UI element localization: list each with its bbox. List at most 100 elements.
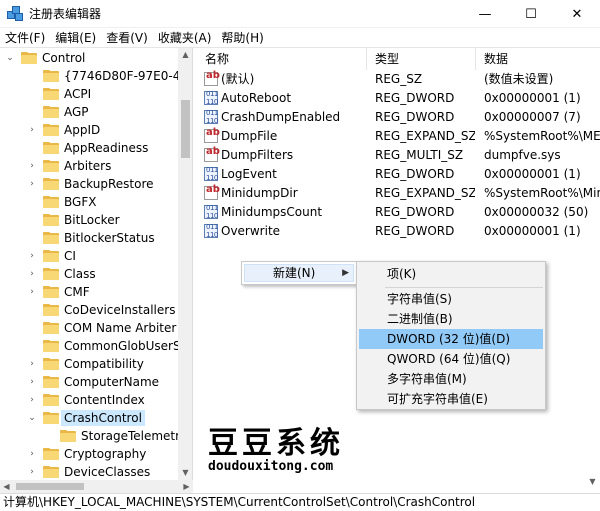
value-data: dumpfve.sys <box>484 148 561 162</box>
folder-icon <box>43 106 59 118</box>
menu-item-key[interactable]: 项(K) <box>359 264 543 284</box>
column-header-data[interactable]: 数据 <box>476 48 600 70</box>
chevron-right-icon[interactable] <box>27 301 37 319</box>
registry-tree[interactable]: ⌄ Control {7746D80F-97E0-4E26- ACPI AGP … <box>0 48 193 480</box>
folder-icon <box>21 52 37 64</box>
tree-item[interactable]: › AppID <box>27 121 100 139</box>
tree-item[interactable]: BitlockerStatus <box>27 229 155 247</box>
chevron-right-icon[interactable]: › <box>27 445 37 463</box>
scroll-left-icon[interactable]: ◀ <box>0 480 13 493</box>
chevron-right-icon[interactable]: › <box>27 247 37 265</box>
scroll-down-icon[interactable]: ▼ <box>585 477 600 490</box>
scrollbar-thumb[interactable] <box>181 100 190 158</box>
table-row[interactable]: 011 110 MinidumpsCount REG_DWORD 0x000000… <box>197 203 600 222</box>
chevron-right-icon[interactable]: › <box>27 157 37 175</box>
tree-item[interactable]: StorageTelemetry <box>44 427 187 445</box>
menu-edit[interactable]: 编辑(E) <box>50 28 101 48</box>
table-row[interactable]: 011 110 CrashDumpEnabled REG_DWORD 0x0000… <box>197 108 600 127</box>
maximize-button[interactable]: ☐ <box>508 0 554 28</box>
chevron-right-icon[interactable] <box>27 85 37 103</box>
window-title: 注册表编辑器 <box>29 7 102 21</box>
watermark-url: doudouxitong.com <box>208 459 334 474</box>
tree-vertical-scrollbar[interactable]: ▲ ▼ <box>178 48 192 480</box>
tree-item[interactable]: AGP <box>27 103 89 121</box>
menu-item-multi-string-value[interactable]: 多字符串值(M) <box>359 369 543 389</box>
menu-item-qword-value[interactable]: QWORD (64 位)值(Q) <box>359 349 543 369</box>
table-row[interactable]: ab MinidumpDir REG_EXPAND_SZ %SystemRoot… <box>197 184 600 203</box>
chevron-right-icon[interactable]: › <box>27 265 37 283</box>
menu-favorites[interactable]: 收藏夹(A) <box>153 28 217 48</box>
folder-icon <box>43 196 59 208</box>
chevron-right-icon[interactable] <box>27 337 37 355</box>
chevron-right-icon[interactable] <box>44 427 54 445</box>
menu-item-binary-value[interactable]: 二进制值(B) <box>359 309 543 329</box>
table-row[interactable]: ab (默认) REG_SZ (数值未设置) <box>197 70 600 89</box>
tree-item[interactable]: › ComputerName <box>27 373 159 391</box>
scrollbar-thumb[interactable] <box>16 483 84 490</box>
tree-horizontal-scrollbar[interactable]: ◀ ▶ <box>0 480 193 493</box>
close-button[interactable]: ✕ <box>554 0 600 28</box>
scroll-up-icon[interactable]: ▲ <box>178 48 192 62</box>
menu-item-expandable-string-value[interactable]: 可扩充字符串值(E) <box>359 389 543 409</box>
tree-item[interactable]: BitLocker <box>27 211 120 229</box>
tree-item[interactable]: BGFX <box>27 193 96 211</box>
tree-item[interactable]: AppReadiness <box>27 139 148 157</box>
chevron-right-icon[interactable]: › <box>27 463 37 480</box>
chevron-right-icon[interactable] <box>27 319 37 337</box>
tree-item[interactable]: › BackupRestore <box>27 175 153 193</box>
table-row[interactable]: ab DumpFilters REG_MULTI_SZ dumpfve.sys <box>197 146 600 165</box>
tree-item[interactable]: COM Name Arbiter <box>27 319 176 337</box>
tree-item-label: Class <box>64 267 96 281</box>
tree-item[interactable]: › Cryptography <box>27 445 146 463</box>
tree-item[interactable]: › DeviceClasses <box>27 463 150 480</box>
tree-item-label: BGFX <box>64 195 97 209</box>
chevron-right-icon[interactable]: › <box>27 121 37 139</box>
table-row[interactable]: ab DumpFile REG_EXPAND_SZ %SystemRoot%\M… <box>197 127 600 146</box>
menu-file[interactable]: 文件(F) <box>0 28 50 48</box>
tree-item[interactable]: › Class <box>27 265 96 283</box>
tree-item[interactable]: › CMF <box>27 283 89 301</box>
column-header-name[interactable]: 名称 <box>197 48 367 70</box>
chevron-down-icon[interactable]: ⌄ <box>27 409 37 427</box>
tree-item[interactable]: › CI <box>27 247 76 265</box>
tree-item[interactable]: ACPI <box>27 85 91 103</box>
folder-icon <box>43 322 59 334</box>
chevron-right-icon[interactable] <box>27 211 37 229</box>
menu-item-string-value[interactable]: 字符串值(S) <box>359 289 543 309</box>
tree-item[interactable]: {7746D80F-97E0-4E26- <box>27 67 192 85</box>
menu-help[interactable]: 帮助(H) <box>216 28 268 48</box>
folder-icon <box>43 376 59 388</box>
tree-item[interactable]: CoDeviceInstallers <box>27 301 175 319</box>
chevron-right-icon[interactable] <box>27 229 37 247</box>
chevron-right-icon[interactable]: › <box>27 283 37 301</box>
value-data: 0x00000001 (1) <box>484 224 581 238</box>
column-header-type[interactable]: 类型 <box>367 48 476 70</box>
scroll-down-icon[interactable]: ▼ <box>178 466 192 480</box>
tree-item[interactable]: CommonGlobUserSett <box>27 337 192 355</box>
chevron-right-icon[interactable] <box>27 103 37 121</box>
table-row[interactable]: 011 110 AutoReboot REG_DWORD 0x00000001 (… <box>197 89 600 108</box>
chevron-right-icon[interactable]: › <box>27 175 37 193</box>
minimize-button[interactable]: — <box>462 0 508 28</box>
chevron-right-icon[interactable] <box>27 139 37 157</box>
tree-item-crashcontrol[interactable]: ⌄ CrashControl <box>27 409 145 427</box>
tree-item-label: AGP <box>64 105 89 119</box>
table-row[interactable]: 011 110 Overwrite REG_DWORD 0x00000001 (1… <box>197 222 600 241</box>
binary-value-icon: 011 110 <box>204 223 218 239</box>
scroll-right-icon[interactable]: ▶ <box>180 480 193 493</box>
folder-icon <box>43 142 59 154</box>
tree-item[interactable]: › Compatibility <box>27 355 144 373</box>
chevron-right-icon[interactable]: › <box>27 373 37 391</box>
chevron-right-icon[interactable] <box>27 193 37 211</box>
menu-view[interactable]: 查看(V) <box>101 28 153 48</box>
table-row[interactable]: 011 110 LogEvent REG_DWORD 0x00000001 (1) <box>197 165 600 184</box>
tree-item[interactable]: › Arbiters <box>27 157 111 175</box>
tree-item[interactable]: › ContentIndex <box>27 391 145 409</box>
menu-item-new[interactable]: 新建(N) ▶ <box>244 264 354 282</box>
chevron-right-icon[interactable]: › <box>27 391 37 409</box>
chevron-right-icon[interactable] <box>27 67 37 85</box>
chevron-right-icon[interactable]: › <box>27 355 37 373</box>
menu-item-dword-value[interactable]: DWORD (32 位)值(D) <box>359 329 543 349</box>
tree-item-control[interactable]: ⌄ Control <box>5 49 85 67</box>
chevron-down-icon[interactable]: ⌄ <box>5 49 15 67</box>
